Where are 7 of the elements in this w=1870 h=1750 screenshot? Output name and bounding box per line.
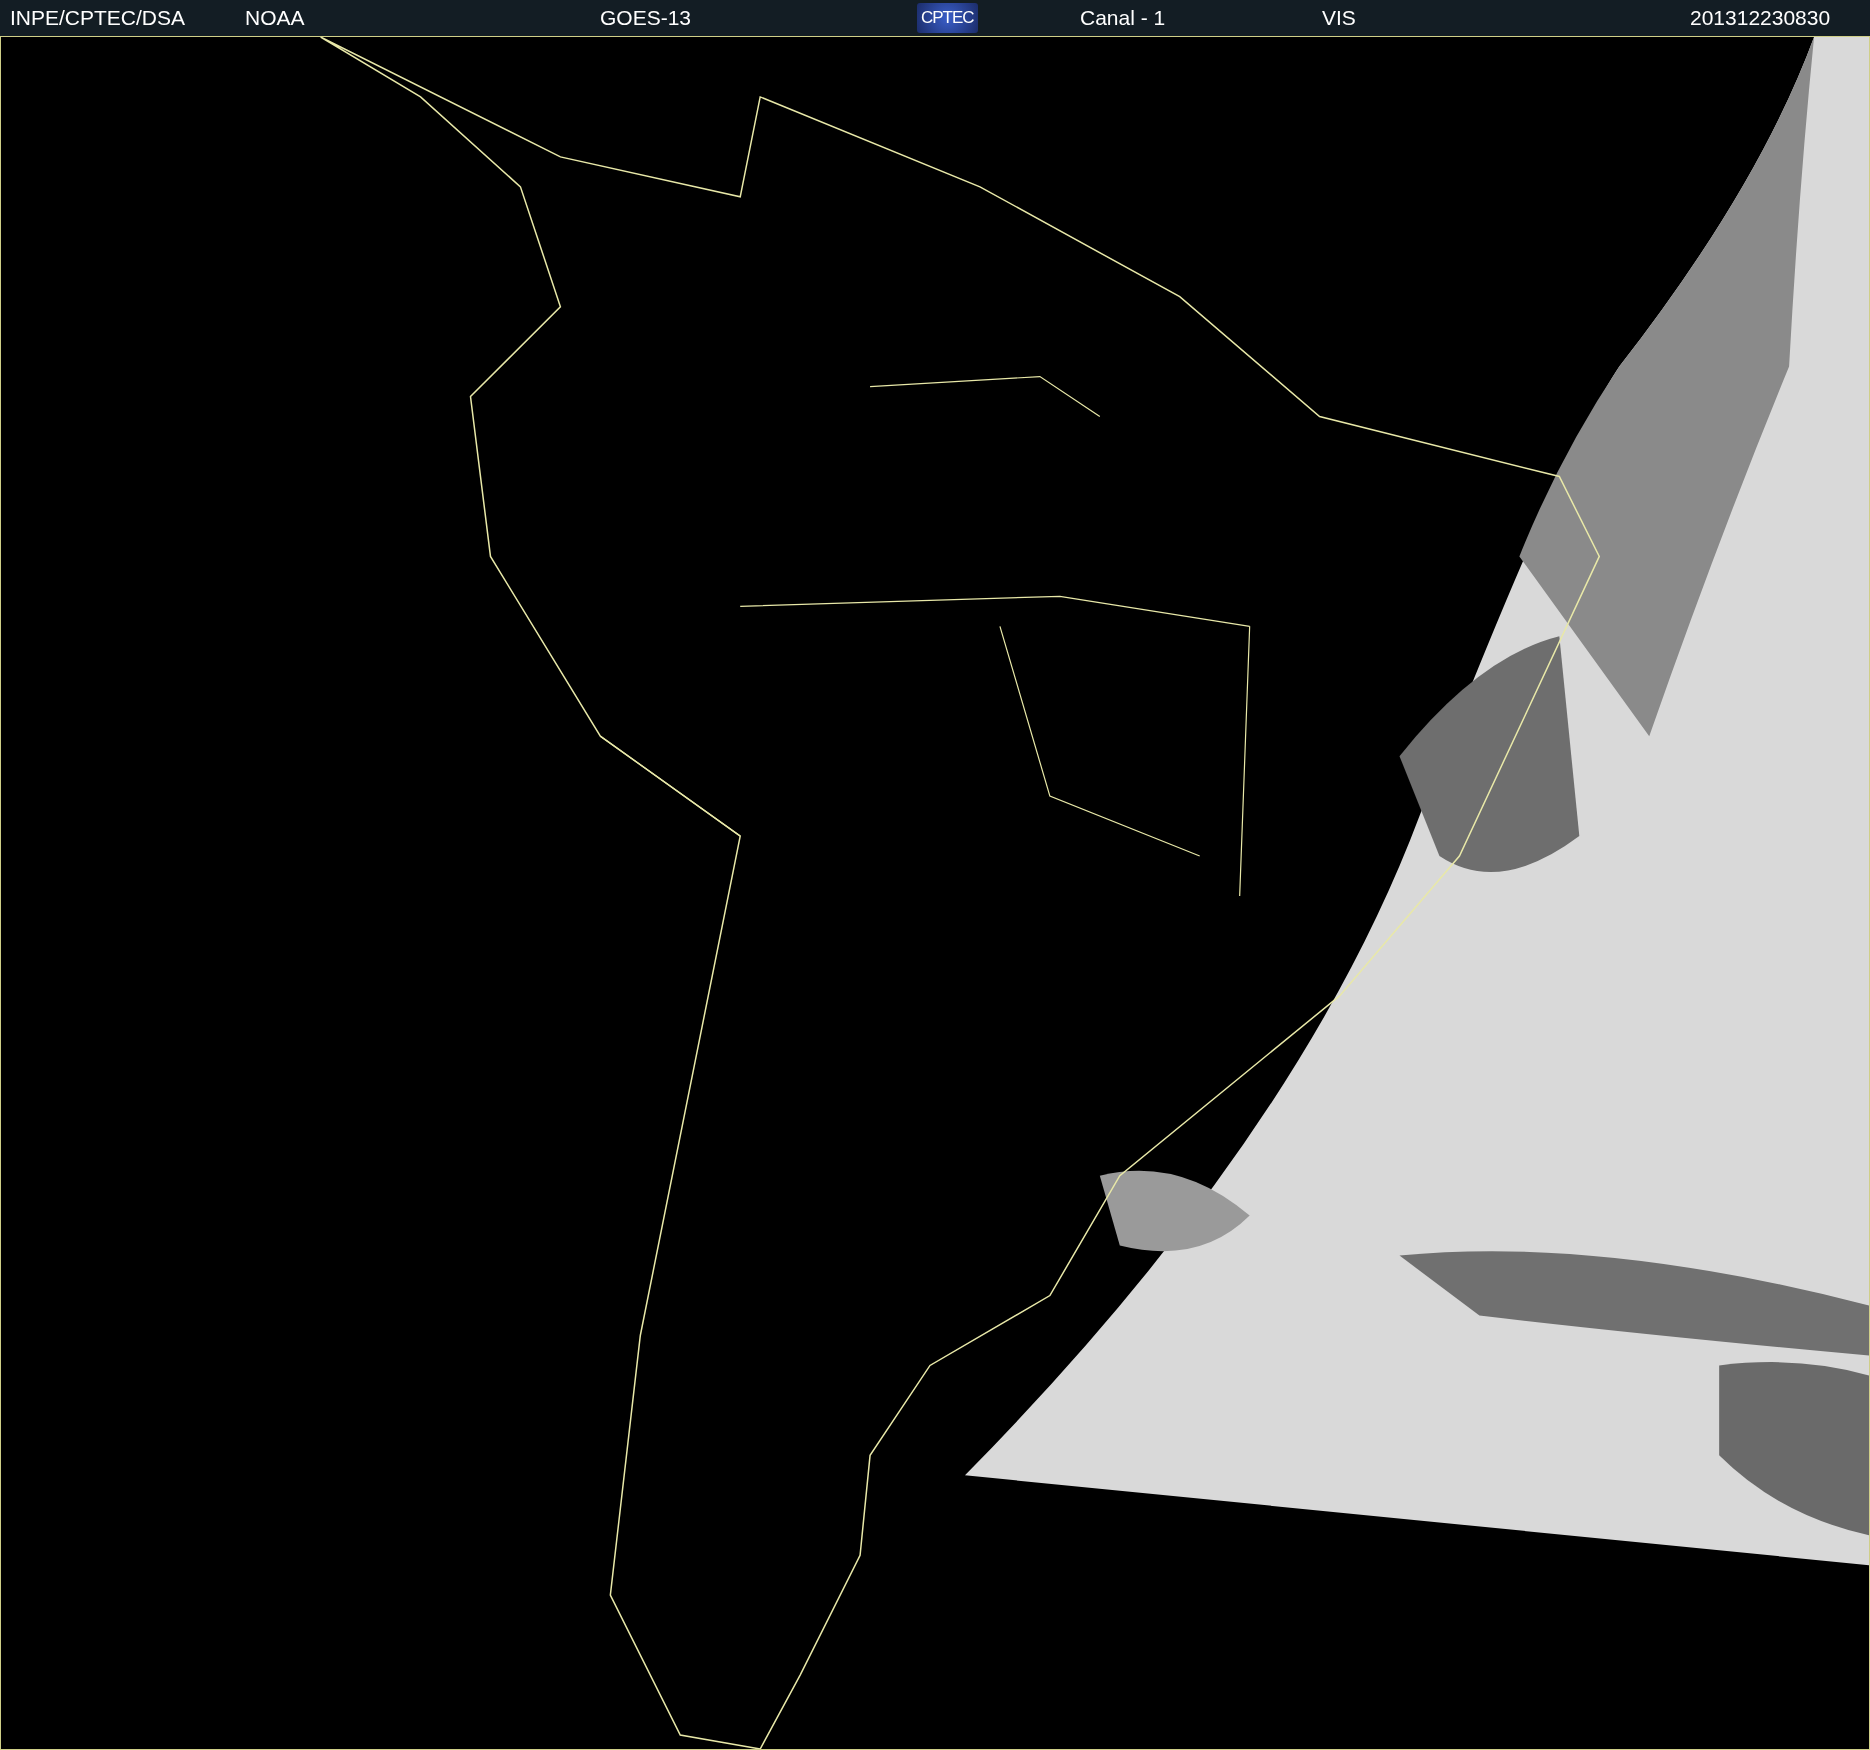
header-text: VIS <box>1322 6 1356 30</box>
header-text: INPE/CPTEC/DSA <box>10 6 186 30</box>
header-text: GOES-13 <box>600 6 692 30</box>
logo: CPTEC <box>917 3 978 33</box>
header-text: Canal - 1 <box>1080 6 1166 30</box>
header-text: NOAA <box>245 6 305 30</box>
header-text: 201312230830 <box>1690 6 1831 30</box>
